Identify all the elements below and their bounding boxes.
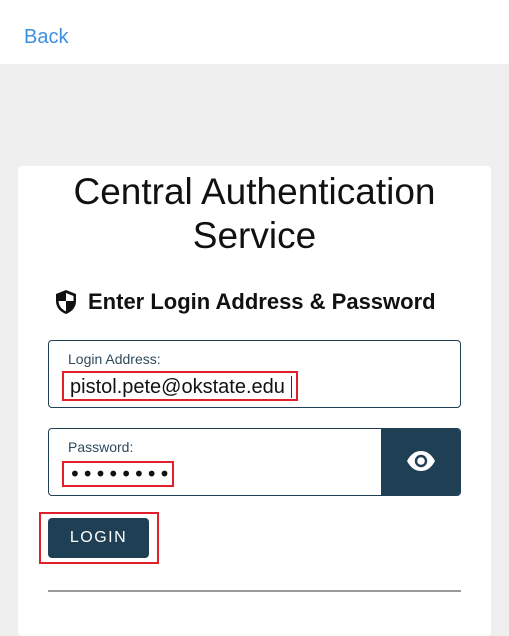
login-button[interactable]: LOGIN	[48, 518, 149, 558]
login-address-field[interactable]: Login Address:	[48, 340, 461, 408]
password-highlight: ••••••••	[62, 461, 174, 487]
login-address-highlight	[62, 371, 298, 401]
shield-icon	[54, 289, 78, 315]
show-password-button[interactable]	[381, 429, 460, 495]
login-card: Central Authentication Service Enter Log…	[18, 166, 491, 636]
password-field[interactable]: Password: ••••••••	[48, 428, 461, 496]
login-button-highlight: LOGIN	[39, 512, 159, 564]
eye-icon	[406, 450, 436, 477]
password-label: Password:	[68, 439, 134, 455]
text-caret	[291, 376, 292, 398]
top-bar: Back	[0, 0, 509, 64]
login-subtitle: Enter Login Address & Password	[88, 289, 436, 314]
back-link[interactable]: Back	[24, 26, 68, 49]
login-address-label: Login Address:	[68, 351, 161, 367]
divider	[48, 590, 461, 592]
page-title: Central Authentication Service	[73, 171, 436, 256]
login-heading: Enter Login Address & Password	[54, 286, 474, 318]
password-input[interactable]: ••••••••	[69, 462, 171, 486]
login-address-input[interactable]	[70, 375, 294, 399]
